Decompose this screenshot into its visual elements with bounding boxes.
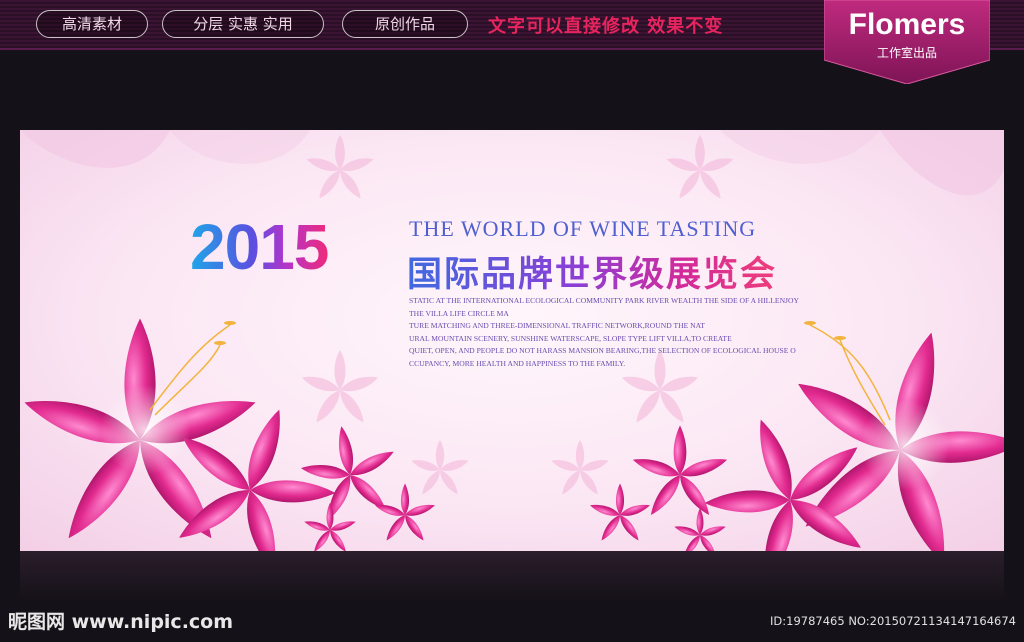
- brand-name: Flomers: [848, 8, 966, 41]
- exhibition-banner: 2015 THE WORLD OF WINE TASTING 国际品牌世界级展览…: [20, 130, 1004, 551]
- body-line: CCUPANCY, MORE HEALTH AND HAPPINESS TO T…: [409, 358, 626, 368]
- tag-hd-material: 高清素材: [36, 10, 148, 38]
- body-line: STATIC AT THE INTERNATIONAL ECOLOGICAL C…: [409, 296, 799, 305]
- tag-layered: 分层 实惠 实用: [162, 10, 324, 38]
- slogan-text: 文字可以直接修改 效果不变: [488, 16, 724, 37]
- body-line: THE VILLA LIFE CIRCLE MA: [409, 308, 509, 318]
- body-line: URAL MOUNTAIN SCENERY, SUNSHINE WATERSCA…: [409, 333, 732, 343]
- banner-shadow: [20, 551, 1004, 601]
- body-line: TURE MATCHING AND THREE-DIMENSIONAL TRAF…: [409, 321, 705, 331]
- watermark-site: 昵图网 www.nipic.com: [8, 611, 234, 633]
- brand-badge: Flomers 工作室出品: [824, 0, 990, 84]
- banner-cn-title: 国际品牌世界级展览会: [407, 246, 777, 297]
- body-line: QUIET, OPEN, AND PEOPLE DO NOT HARASS MA…: [409, 346, 796, 356]
- banner-en-title: THE WORLD OF WINE TASTING: [409, 216, 757, 241]
- banner-year: 2015: [190, 211, 329, 283]
- watermark-id: ID:19787465 NO:20150721134147164674: [770, 614, 1016, 628]
- banner-body-text: STATIC AT THE INTERNATIONAL ECOLOGICAL C…: [409, 295, 819, 371]
- tag-original: 原创作品: [342, 10, 468, 38]
- brand-subtitle: 工作室出品: [876, 46, 937, 60]
